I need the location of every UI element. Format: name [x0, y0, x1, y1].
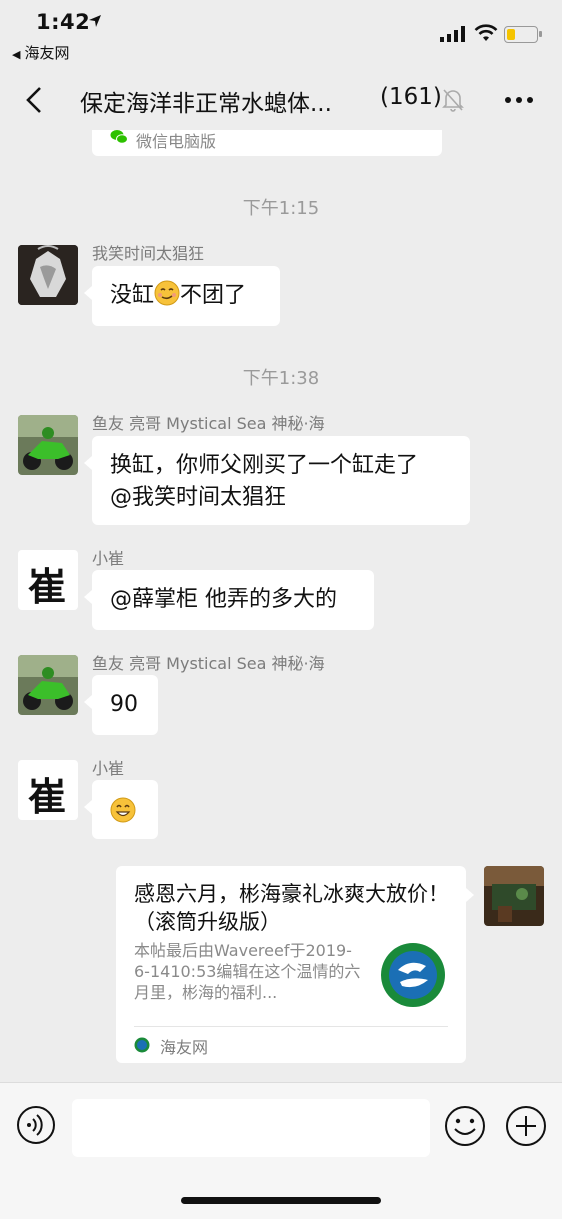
my-avatar[interactable] — [484, 866, 544, 926]
message-bubble[interactable]: 换缸，你师父刚买了一个缸走了 @我笑时间太猖狂 — [84, 436, 470, 525]
add-attachment-icon[interactable] — [505, 1105, 547, 1147]
emoji-picker-icon[interactable] — [444, 1105, 486, 1147]
message-text: 没缸 — [110, 283, 155, 308]
wechat-icon — [110, 130, 128, 144]
smirk-emoji-icon — [154, 280, 180, 306]
message-bubble[interactable] — [84, 780, 158, 839]
more-options-icon[interactable] — [504, 96, 534, 104]
site-logo-icon — [134, 1037, 150, 1053]
card-description: 本帖最后由Wavereef于2019-6-1410:53编辑在这个温情的六月里，… — [134, 941, 361, 1002]
sender-name: 我笑时间太猖狂 — [92, 244, 205, 263]
chat-header: 保定海洋非正常水螅体... (161) — [0, 70, 562, 130]
message-line: 换缸，你师父刚买了一个缸走了 — [110, 453, 419, 478]
message-bubble[interactable]: 90 — [84, 675, 158, 735]
message-text: @薛掌柜 他弄的多大的 — [110, 587, 337, 612]
calligraphy-avatar-char: 崔 — [28, 564, 67, 609]
chat-title: 保定海洋非正常水螅体... — [80, 91, 332, 117]
wifi-icon — [474, 24, 498, 41]
input-bar — [0, 1082, 562, 1219]
grin-emoji-icon — [110, 797, 136, 823]
sender-name: 小崔 — [92, 759, 125, 778]
cellular-signal-icon — [440, 26, 465, 42]
calligraphy-avatar-char: 崔 — [28, 774, 67, 819]
message-input[interactable] — [72, 1099, 430, 1157]
avatar[interactable] — [18, 415, 78, 475]
card-title: 感恩六月，彬海豪礼冰爽大放价！（滚筒升级版） — [134, 882, 449, 934]
timestamp: 下午1:38 — [242, 368, 320, 389]
status-time: 1:42 — [36, 10, 91, 34]
mute-bell-icon — [442, 89, 464, 112]
status-bar: 1:42 ◀ 海友网 — [0, 0, 562, 62]
avatar[interactable]: 崔 — [18, 760, 78, 820]
source-label: 微信电脑版 — [136, 132, 217, 151]
motorcycle-avatar-image — [18, 415, 78, 475]
home-indicator[interactable] — [181, 1197, 381, 1204]
card-divider — [134, 1026, 448, 1027]
previous-card-footer[interactable]: 微信电脑版 — [92, 130, 442, 156]
sender-name: 小崔 — [92, 549, 125, 568]
sender-name: 鱼友 亮哥 Mystical Sea 神秘·海 — [92, 654, 325, 673]
motorcycle-avatar-image — [18, 655, 78, 715]
link-card[interactable]: 感恩六月，彬海豪礼冰爽大放价！（滚筒升级版） 本帖最后由Wavereef于201… — [116, 866, 474, 1063]
battery-icon — [504, 26, 542, 43]
mention-line: @我笑时间太猖狂 — [110, 485, 287, 510]
avatar[interactable] — [18, 655, 78, 715]
card-source: 海友网 — [160, 1038, 209, 1057]
message-list[interactable]: 微信电脑版 下午1:15 我笑时间太猖狂 没缸 不团了 下午1:38 鱼友 亮哥 … — [0, 130, 562, 1082]
message-text: 90 — [110, 692, 138, 717]
member-count: (161) — [380, 84, 442, 110]
message-bubble[interactable]: 没缸 不团了 — [84, 266, 280, 326]
voice-input-icon[interactable] — [16, 1105, 56, 1145]
sender-name: 鱼友 亮哥 Mystical Sea 神秘·海 — [92, 414, 325, 433]
back-chevron-icon[interactable] — [22, 84, 46, 116]
back-to-app-link[interactable]: ◀ 海友网 — [12, 42, 69, 63]
location-arrow-icon — [89, 15, 101, 27]
avatar[interactable] — [18, 245, 78, 305]
pendant-avatar-image — [18, 245, 78, 305]
card-thumbnail-logo — [381, 943, 445, 1007]
message-bubble[interactable]: @薛掌柜 他弄的多大的 — [84, 570, 374, 630]
avatar[interactable]: 崔 — [18, 550, 78, 610]
timestamp: 下午1:15 — [242, 198, 320, 219]
message-text: 不团了 — [180, 283, 247, 308]
aquarium-avatar-image — [484, 866, 544, 926]
back-app-label: 海友网 — [24, 44, 70, 62]
